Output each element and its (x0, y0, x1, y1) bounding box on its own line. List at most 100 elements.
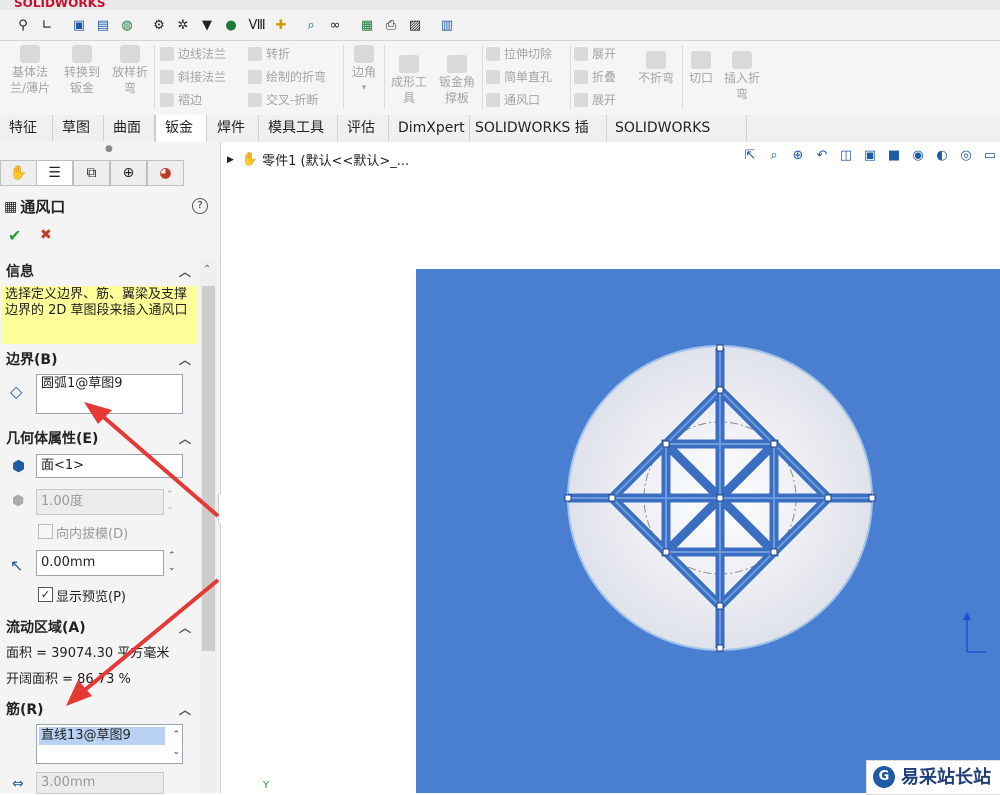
tab-mbd[interactable]: SOLIDWORKS MBD (606, 115, 747, 162)
tab-dimxpert[interactable]: DimXpert (389, 115, 470, 141)
draft-angle-icon: ⬢ (12, 493, 25, 509)
layout-icon[interactable]: ▤ (94, 16, 112, 34)
table-icon[interactable]: ▥ (438, 16, 456, 34)
insert-bends-button[interactable]: 插入折 弯 (718, 51, 766, 102)
print-icon[interactable]: ⎙ (382, 16, 400, 34)
simple-hole-icon (486, 70, 500, 84)
collapse-chevron-icon[interactable]: ︿ (179, 427, 191, 451)
forming-tool-icon (399, 55, 419, 73)
display-icon[interactable]: ▣ (70, 16, 88, 34)
ribs-list-scroll[interactable]: ⌃ ⌄ (172, 727, 180, 761)
sheet-metal-ribbon: 基体法 兰/薄片 转换到 钣金 放样折 弯 边线法兰 斜接法兰 褶边 转折 绘制… (0, 41, 1000, 116)
hem-button[interactable]: 褶边 (160, 89, 202, 111)
tab-evaluate[interactable]: 评估 (338, 115, 389, 141)
geometry-section-header[interactable]: 几何体属性(E) ︿ (0, 427, 199, 451)
tab-weldments[interactable]: 焊件 (208, 115, 259, 141)
area-readout: 面积 = 39074.30 平方毫米 (6, 646, 170, 661)
boundary-selection-box[interactable]: 圆弧1@草图9 (36, 374, 183, 414)
fold-button[interactable]: 折叠 (574, 66, 616, 88)
property-manager-tab-icon[interactable]: ☰ (36, 160, 73, 186)
no-bends-button[interactable]: 不折弯 (634, 51, 678, 86)
draft-angle-input[interactable]: 1.00度 (36, 489, 164, 515)
panel-header: ▦ 通风口 (4, 196, 65, 217)
ribs-section-header[interactable]: 筋(R) ︿ (0, 698, 199, 722)
flatten-button[interactable]: 展开 (574, 89, 616, 111)
globe-icon[interactable]: ◍ (118, 16, 136, 34)
help-icon[interactable]: ? (192, 198, 208, 214)
vent-icon (486, 93, 500, 107)
collapse-chevron-icon[interactable]: ︿ (179, 260, 191, 284)
collapse-chevron-icon[interactable]: ︿ (179, 698, 191, 722)
base-flange-button[interactable]: 基体法 兰/薄片 (6, 45, 54, 96)
config-manager-tab-icon[interactable]: ⧉ (73, 160, 110, 186)
graphics-area[interactable]: ▶ ✋ 零件1 (默认<<默认>_... ⇱ ⌕ ⊕ ↶ ◫ ▣ ■ ◉ ◐ ◎… (221, 142, 1000, 793)
panel-grip-icon[interactable]: ● (105, 144, 113, 154)
collapse-chevron-icon[interactable]: ︿ (179, 348, 191, 372)
no-bends-icon (646, 51, 666, 69)
lofted-bend-button[interactable]: 放样折 弯 (108, 45, 152, 96)
tab-sketch[interactable]: 草图 (53, 115, 104, 141)
rib-width-input[interactable]: 3.00mm (36, 772, 164, 794)
extruded-cut-button[interactable]: 拉伸切除 (486, 43, 552, 65)
fillet-radius-input[interactable]: 0.00mm (36, 550, 164, 576)
dimension-icon[interactable]: Ⅷ (248, 16, 266, 34)
show-preview-checkbox[interactable]: ✓ (38, 587, 53, 602)
rip-button[interactable]: 切口 (684, 51, 718, 86)
face-selection-box[interactable]: 面<1> (36, 454, 183, 478)
tab-surfaces[interactable]: 曲面 (104, 115, 155, 141)
info-section-header[interactable]: 信息 ︿ (0, 260, 199, 284)
sketched-bend-icon (248, 70, 262, 84)
fold-icon (574, 70, 588, 84)
location-icon[interactable]: ● (222, 16, 240, 34)
sketch-corner-icon[interactable]: ∟ (38, 16, 56, 34)
convert-icon (72, 45, 92, 63)
image-icon[interactable]: ▨ (406, 16, 424, 34)
display-manager-tab-icon[interactable]: ◕ (147, 160, 184, 186)
cross-icon[interactable]: ✚ (272, 16, 290, 34)
fillet-radius-spinner[interactable]: ⌃ ⌄ (168, 550, 176, 574)
forming-tool-button[interactable]: 成形工 具 (386, 55, 432, 106)
tab-features[interactable]: 特征 (0, 115, 53, 141)
tab-sheet-metal[interactable]: 钣金 (155, 115, 207, 142)
pin-icon[interactable]: ⚲ (14, 16, 32, 34)
gusset-button[interactable]: 钣金角 撑板 (434, 55, 480, 106)
miter-flange-icon (160, 70, 174, 84)
tab-addins[interactable]: SOLIDWORKS 插件 (466, 115, 607, 162)
filter-icon[interactable]: ▼ (198, 16, 216, 34)
vent-feature-icon: ▦ (4, 198, 18, 215)
settings-gear-icon[interactable]: ⚙ (150, 16, 168, 34)
panel-scrollbar[interactable]: ⌃ (200, 260, 217, 793)
vent-button[interactable]: 通风口 (486, 89, 540, 111)
excel-icon[interactable]: ▦ (358, 16, 376, 34)
jog-button[interactable]: 转折 (248, 43, 290, 65)
draft-angle-spinner[interactable]: ⌃ ⌄ (166, 489, 174, 513)
scroll-thumb[interactable] (202, 286, 215, 651)
unfold-button[interactable]: 展开 (574, 43, 616, 65)
ribs-selected-item[interactable]: 直线13@草图9 (39, 727, 165, 745)
collapse-chevron-icon[interactable]: ︿ (179, 616, 191, 640)
cancel-x-icon[interactable]: ✖ (40, 227, 52, 243)
cross-break-button[interactable]: 交叉-折断 (248, 89, 318, 111)
sketched-bend-button[interactable]: 绘制的折弯 (248, 66, 326, 88)
corners-dropdown-icon[interactable]: ▾ (346, 80, 382, 96)
ok-checkmark-icon[interactable]: ✔ (8, 226, 21, 245)
feature-manager-tab-icon[interactable]: ✋ (0, 160, 37, 186)
binoculars-icon[interactable]: ∞ (326, 16, 344, 34)
dimxpert-tab-icon[interactable]: ⊕ (110, 160, 147, 186)
edge-flange-button[interactable]: 边线法兰 (160, 43, 226, 65)
app-logo: SOLIDWORKS (14, 0, 106, 10)
zoom-icon[interactable]: ⌕ (302, 16, 320, 34)
miter-flange-button[interactable]: 斜接法兰 (160, 66, 226, 88)
draft-inward-checkbox[interactable] (38, 524, 53, 539)
convert-to-sheetmetal-button[interactable]: 转换到 钣金 (58, 45, 106, 96)
flow-area-section-header[interactable]: 流动区域(A) ︿ (0, 616, 199, 640)
scroll-up-icon[interactable]: ⌃ (203, 264, 211, 275)
corners-button[interactable]: 边角 ▾ (346, 45, 382, 96)
simple-hole-button[interactable]: 简单直孔 (486, 66, 552, 88)
watermark-logo: G 易采站长站 (866, 760, 1000, 795)
boundary-section-header[interactable]: 边界(B) ︿ (0, 348, 199, 372)
ribbon-divider (343, 45, 344, 109)
ribs-selection-box[interactable]: 直线13@草图9 ⌃ ⌄ (36, 724, 183, 764)
tab-mold-tools[interactable]: 模具工具 (259, 115, 338, 141)
gear-icon[interactable]: ✲ (174, 16, 192, 34)
